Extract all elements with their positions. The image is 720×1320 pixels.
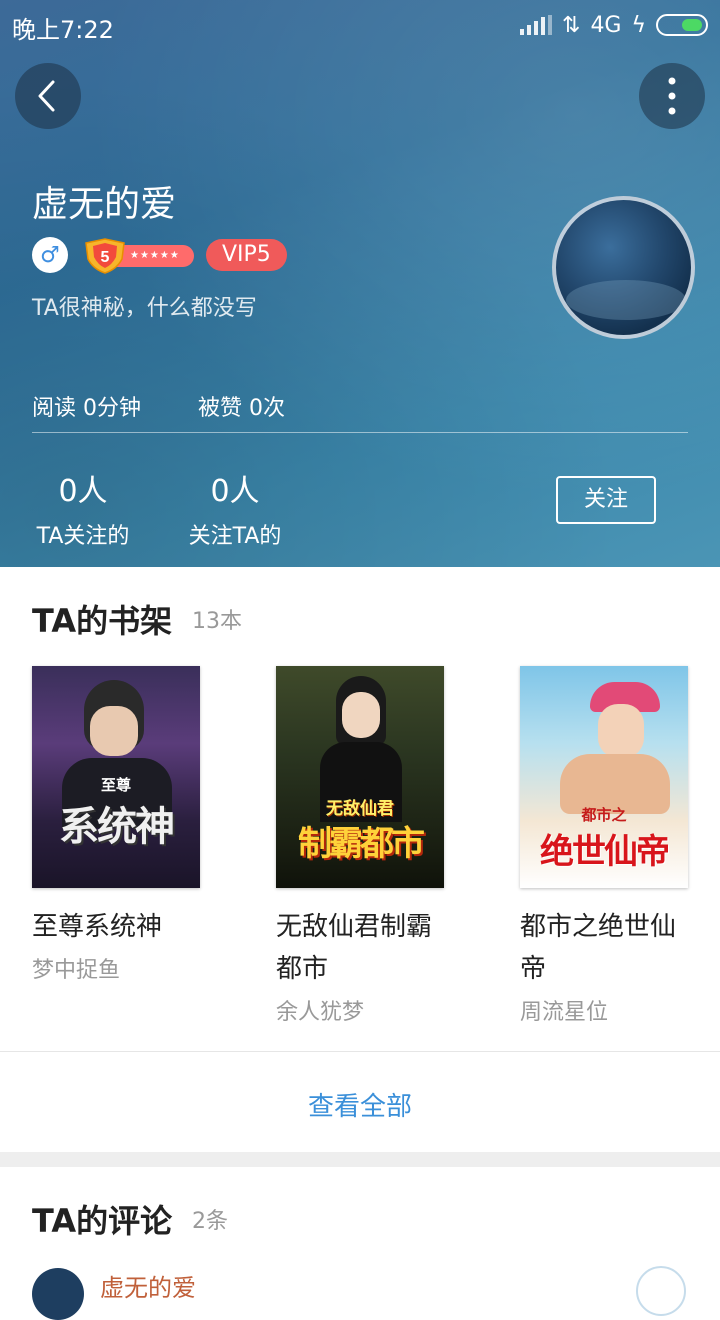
cover-title: 系统神: [59, 803, 175, 850]
status-time: 晚上7:22: [12, 16, 114, 44]
charging-icon: ϟ: [631, 12, 646, 38]
comment-author[interactable]: 虚无的爱: [100, 1268, 196, 1303]
comment-badge-icon: [636, 1266, 686, 1316]
comment-avatar[interactable]: [32, 1268, 84, 1320]
level-number: 5: [101, 249, 110, 266]
following-label: TA关注的: [36, 524, 130, 549]
cover-title: 绝世仙帝: [540, 832, 670, 872]
book-author: 周流星位: [520, 1000, 609, 1025]
network-type: 4G: [590, 12, 622, 38]
status-icons: ⇅ 4G ϟ: [520, 10, 708, 40]
cover-title: 制霸都市: [298, 824, 425, 864]
book-cover[interactable]: 至尊 系统神: [32, 666, 200, 888]
comments-title: TA的评论: [32, 1202, 173, 1240]
user-bio: TA很神秘，什么都没写: [32, 296, 257, 321]
user-name: 虚无的爱: [32, 184, 177, 225]
followers-stat[interactable]: 0人 关注TA的: [180, 466, 290, 550]
user-badges: ♂ ★★★★★ 5 VIP5: [32, 237, 287, 274]
vip-badge: VIP5: [206, 239, 287, 271]
header-divider: [32, 432, 688, 433]
section-divider: [0, 1051, 720, 1052]
chevron-left-icon: [38, 80, 55, 112]
shield-icon: 5: [85, 238, 125, 274]
more-button[interactable]: [639, 63, 705, 129]
signal-icon: [520, 15, 552, 35]
book-item[interactable]: 无敌仙君 制霸都市 无敌仙君制霸都市 余人犹梦: [276, 666, 444, 1026]
more-vertical-icon: [668, 77, 676, 115]
following-count: 0人: [58, 474, 108, 509]
battery-icon: [656, 14, 708, 36]
cover-subtitle: 都市之: [581, 806, 627, 824]
avatar[interactable]: [552, 196, 695, 339]
book-item[interactable]: 至尊 系统神 至尊系统神 梦中捉鱼: [32, 666, 200, 984]
bookshelf-count: 13本: [192, 609, 242, 634]
section-gap: [0, 1152, 720, 1167]
male-gender-icon: ♂: [32, 237, 68, 273]
read-time: 阅读 0分钟: [32, 396, 141, 421]
followers-label: 关注TA的: [188, 524, 282, 549]
bookshelf-title: TA的书架: [32, 602, 173, 640]
book-title[interactable]: 无敌仙君制霸都市: [276, 906, 446, 990]
book-author: 梦中捉鱼: [32, 958, 121, 983]
likes-count: 被赞 0次: [198, 396, 285, 421]
data-transfer-icon: ⇅: [562, 12, 581, 38]
back-button[interactable]: [15, 63, 81, 129]
view-all-link[interactable]: 查看全部: [0, 1086, 720, 1123]
book-cover[interactable]: 无敌仙君 制霸都市: [276, 666, 444, 888]
book-title[interactable]: 都市之绝世仙帝: [520, 906, 690, 990]
profile-header: 晚上7:22 ⇅ 4G ϟ 虚无的爱 ♂ ★★★★★ 5 VIP5 TA很神秘，…: [0, 0, 720, 567]
reading-stats: 阅读 0分钟 被赞 0次: [32, 390, 285, 422]
book-title[interactable]: 至尊系统神: [32, 906, 202, 948]
book-item[interactable]: 都市之 绝世仙帝 都市之绝世仙帝 周流星位: [520, 666, 688, 1026]
status-bar: 晚上7:22 ⇅ 4G ϟ: [0, 0, 720, 50]
comments-count: 2条: [192, 1209, 228, 1234]
following-stat[interactable]: 0人 TA关注的: [28, 466, 138, 550]
book-author: 余人犹梦: [276, 1000, 365, 1025]
follow-button[interactable]: 关注: [556, 476, 656, 524]
cover-subtitle: 至尊: [100, 776, 131, 794]
book-cover[interactable]: 都市之 绝世仙帝: [520, 666, 688, 888]
level-badge: ★★★★★ 5: [82, 238, 194, 274]
followers-count: 0人: [210, 474, 260, 509]
